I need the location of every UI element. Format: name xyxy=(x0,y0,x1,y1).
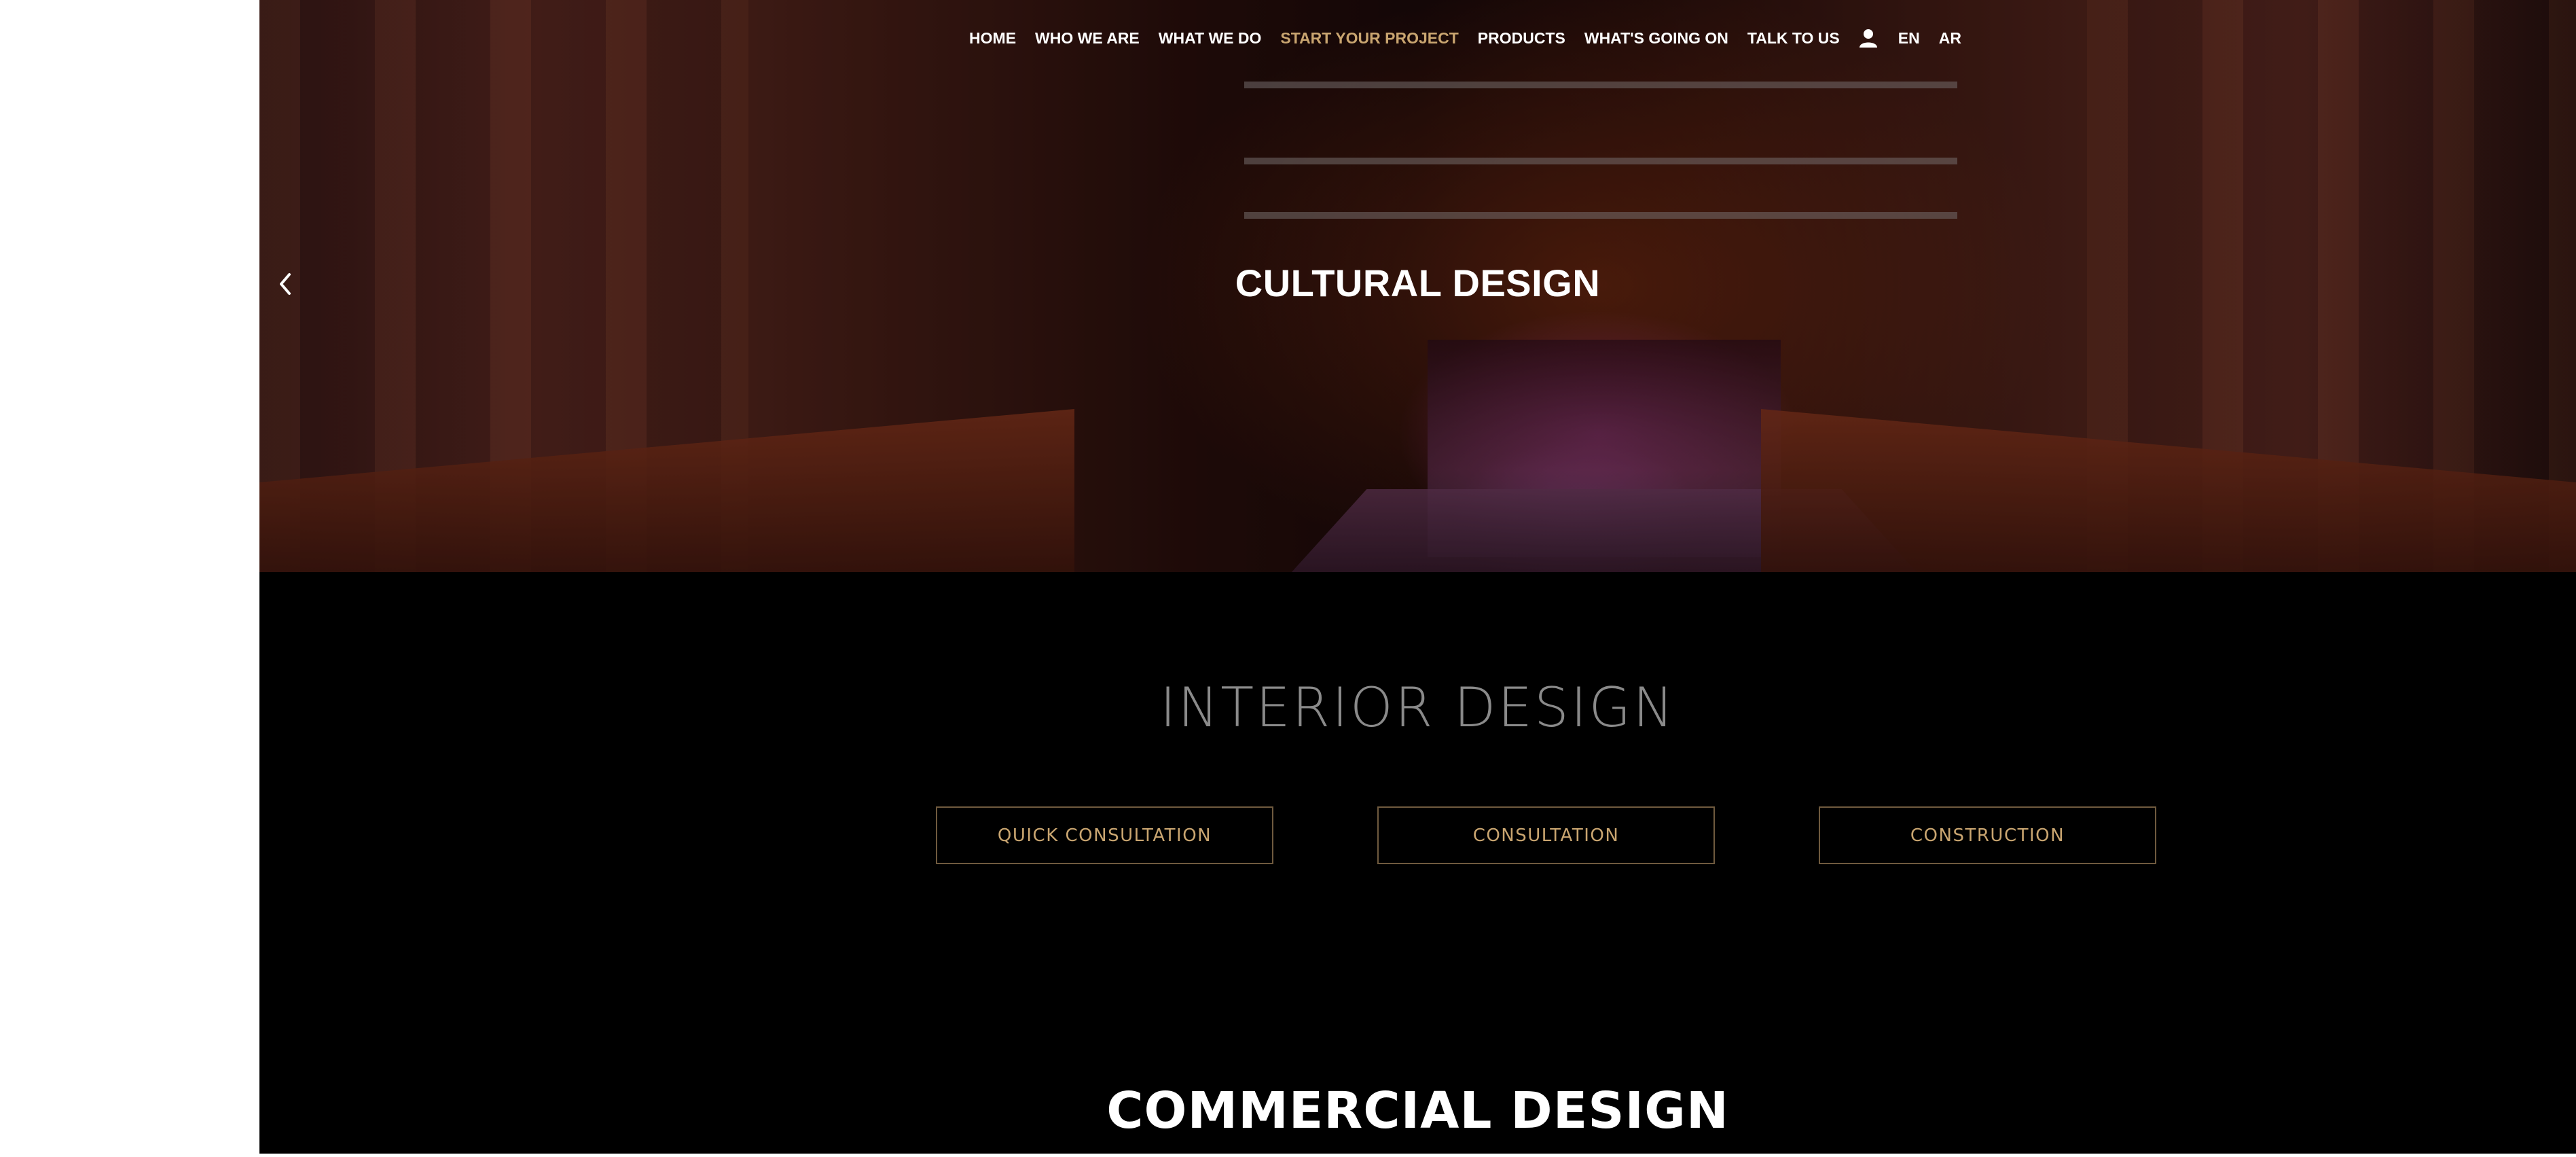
language-ar[interactable]: AR xyxy=(1939,29,1961,48)
nav-item-home[interactable]: HOME xyxy=(969,29,1016,48)
language-en[interactable]: EN xyxy=(1898,29,1920,48)
hero-slide-title: CULTURAL DESIGN xyxy=(1235,262,1601,304)
page-container: CULTURAL DESIGN HOME WHO WE ARE WHAT WE … xyxy=(259,0,2576,1154)
commercial-design-title: COMMERCIAL DESIGN xyxy=(1106,1082,1729,1140)
quick-consultation-button[interactable]: QUICK CONSULTATION xyxy=(936,806,1273,864)
interior-design-title: INTERIOR DESIGN xyxy=(1159,676,1676,739)
nav-item-talk-to-us[interactable]: TALK TO US xyxy=(1747,29,1840,48)
account-button[interactable] xyxy=(1859,27,1879,49)
nav-item-what-we-do[interactable]: WHAT WE DO xyxy=(1159,29,1262,48)
hero-slider: CULTURAL DESIGN HOME WHO WE ARE WHAT WE … xyxy=(259,0,2576,572)
main-navigation: HOME WHO WE ARE WHAT WE DO START YOUR PR… xyxy=(259,26,2576,50)
construction-button[interactable]: CONSTRUCTION xyxy=(1819,806,2156,864)
consultation-button[interactable]: CONSULTATION xyxy=(1377,806,1715,864)
user-icon xyxy=(1859,29,1877,48)
nav-item-products[interactable]: PRODUCTS xyxy=(1478,29,1565,48)
nav-item-start-your-project[interactable]: START YOUR PROJECT xyxy=(1280,29,1458,48)
nav-item-whats-going-on[interactable]: WHAT'S GOING ON xyxy=(1584,29,1728,48)
nav-item-who-we-are[interactable]: WHO WE ARE xyxy=(1035,29,1140,48)
